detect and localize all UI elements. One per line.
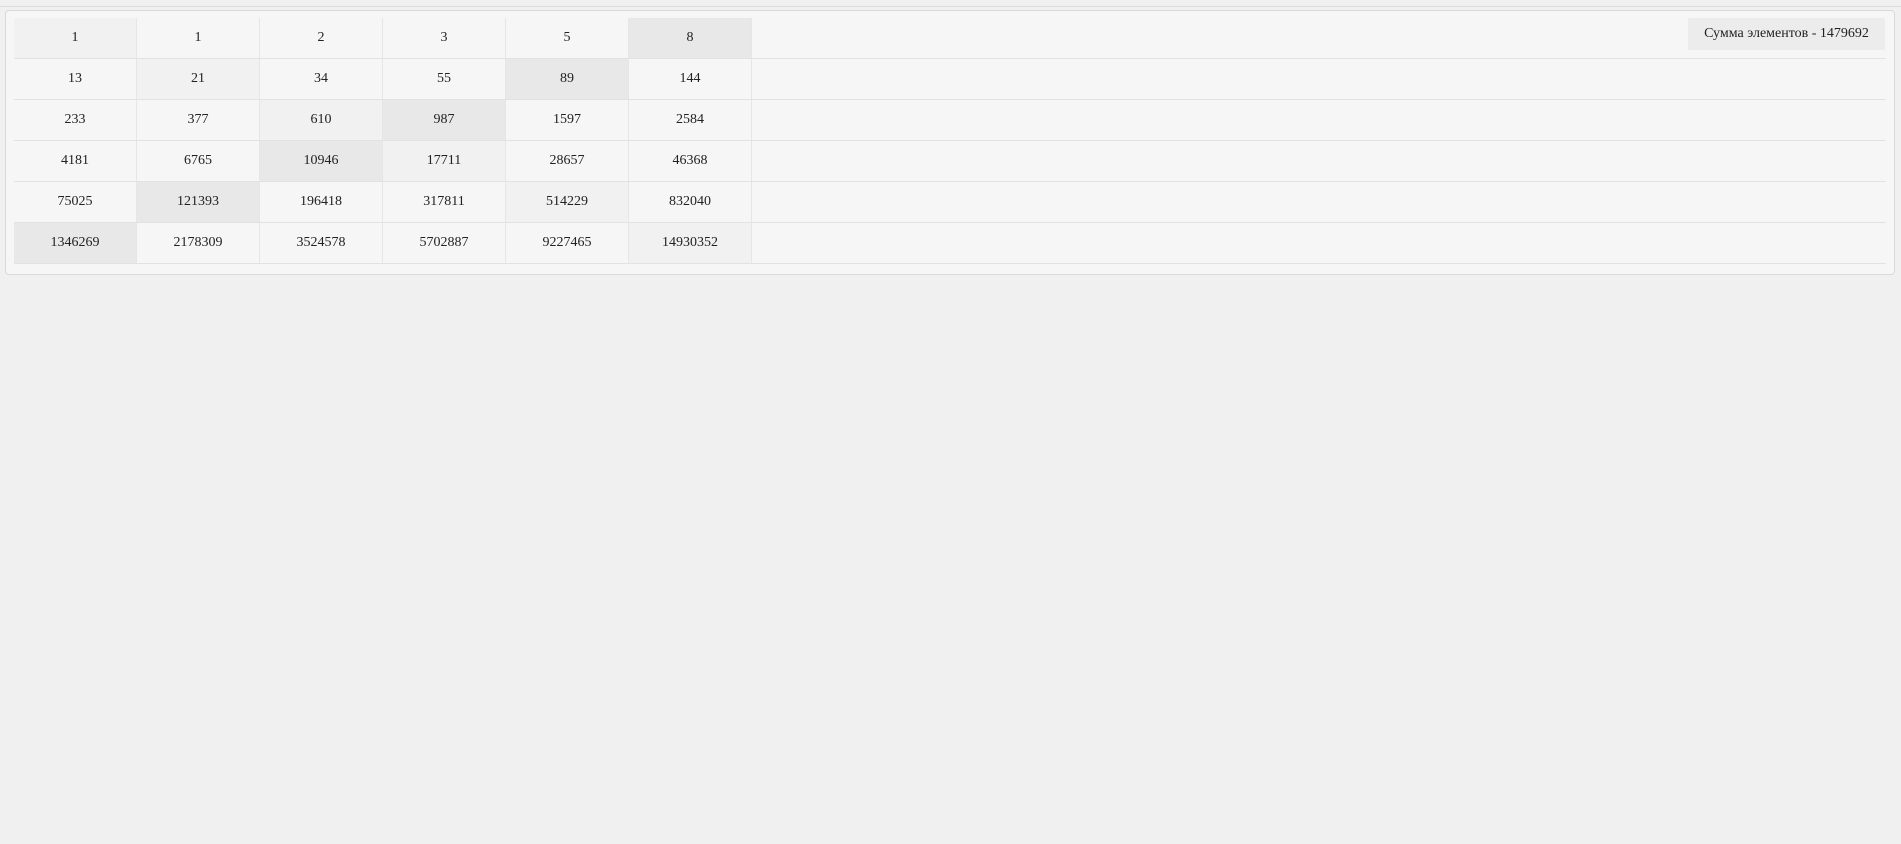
- grid-cell[interactable]: 89: [506, 59, 629, 99]
- grid-cell[interactable]: 8: [629, 18, 752, 58]
- grid-cell[interactable]: 55: [383, 59, 506, 99]
- grid-cell[interactable]: 987: [383, 100, 506, 140]
- grid-row: 13 21 34 55 89 144: [14, 59, 1886, 100]
- top-border: [0, 0, 1901, 7]
- grid-cell[interactable]: 2: [260, 18, 383, 58]
- grid-row: 1346269 2178309 3524578 5702887 9227465 …: [14, 223, 1886, 264]
- grid-cell[interactable]: 2178309: [137, 223, 260, 263]
- grid-cell[interactable]: 6765: [137, 141, 260, 181]
- grid-cell[interactable]: 233: [14, 100, 137, 140]
- grid-cell[interactable]: 832040: [629, 182, 752, 222]
- grid-cell[interactable]: 1597: [506, 100, 629, 140]
- grid-cell[interactable]: 10946: [260, 141, 383, 181]
- grid-cell[interactable]: 14930352: [629, 223, 752, 263]
- grid-cell[interactable]: 1346269: [14, 223, 137, 263]
- grid-cell[interactable]: 4181: [14, 141, 137, 181]
- grid-row: 233 377 610 987 1597 2584: [14, 100, 1886, 141]
- grid-cell[interactable]: 3: [383, 18, 506, 58]
- grid-cell[interactable]: 121393: [137, 182, 260, 222]
- grid-cell[interactable]: 144: [629, 59, 752, 99]
- number-grid: 1 1 2 3 5 8 13 21 34 55 89 144 233 377 6…: [14, 18, 1886, 264]
- grid-cell[interactable]: 34: [260, 59, 383, 99]
- grid-cell[interactable]: 5702887: [383, 223, 506, 263]
- grid-cell[interactable]: 17711: [383, 141, 506, 181]
- grid-cell[interactable]: 3524578: [260, 223, 383, 263]
- grid-cell[interactable]: 377: [137, 100, 260, 140]
- grid-cell[interactable]: 317811: [383, 182, 506, 222]
- sum-badge: Сумма элементов - 1479692: [1688, 18, 1885, 50]
- grid-cell[interactable]: 13: [14, 59, 137, 99]
- grid-cell[interactable]: 1: [14, 18, 137, 58]
- grid-row: 1 1 2 3 5 8: [14, 18, 1886, 59]
- grid-cell[interactable]: 46368: [629, 141, 752, 181]
- grid-row: 75025 121393 196418 317811 514229 832040: [14, 182, 1886, 223]
- grid-cell[interactable]: 9227465: [506, 223, 629, 263]
- grid-cell[interactable]: 1: [137, 18, 260, 58]
- grid-cell[interactable]: 610: [260, 100, 383, 140]
- grid-cell[interactable]: 21: [137, 59, 260, 99]
- grid-cell[interactable]: 196418: [260, 182, 383, 222]
- fibonacci-panel: 1 1 2 3 5 8 13 21 34 55 89 144 233 377 6…: [5, 10, 1895, 275]
- grid-row: 4181 6765 10946 17711 28657 46368: [14, 141, 1886, 182]
- grid-cell[interactable]: 2584: [629, 100, 752, 140]
- grid-cell[interactable]: 28657: [506, 141, 629, 181]
- grid-cell[interactable]: 5: [506, 18, 629, 58]
- grid-cell[interactable]: 514229: [506, 182, 629, 222]
- grid-cell[interactable]: 75025: [14, 182, 137, 222]
